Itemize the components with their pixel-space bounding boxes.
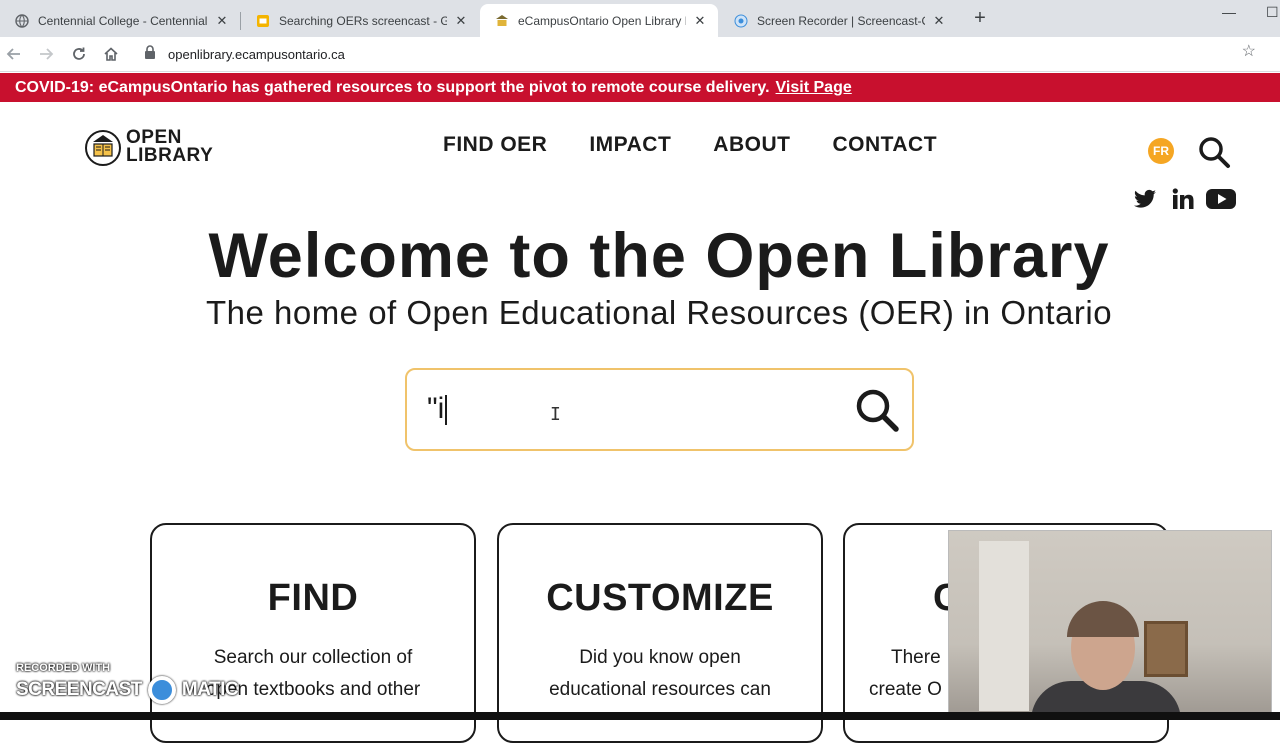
globe-icon <box>14 13 30 29</box>
youtube-icon[interactable] <box>1206 187 1236 211</box>
open-library-logo[interactable]: OPEN LIBRARY <box>85 127 213 167</box>
lock-icon <box>144 45 158 64</box>
screencast-watermark: RECORDED WITH SCREENCAST MATIC <box>16 662 239 704</box>
banner-text: COVID-19: eCampusOntario has gathered re… <box>15 78 770 96</box>
card-text-line: educational resources can <box>549 679 771 700</box>
main-nav: FIND OER IMPACT ABOUT CONTACT <box>443 133 979 157</box>
card-text: Did you know open educational resources … <box>499 642 821 706</box>
twitter-icon[interactable] <box>1133 187 1157 211</box>
text-cursor-icon: I <box>550 404 561 425</box>
record-dot-icon <box>147 676 176 704</box>
card-find[interactable]: FIND Search our collection of open textb… <box>150 523 476 743</box>
forward-arrow-icon[interactable] <box>36 44 56 64</box>
logo-text: OPEN LIBRARY <box>126 128 214 166</box>
close-icon[interactable]: ✕ <box>453 13 469 29</box>
url-text: openlibrary.ecampusontario.ca <box>168 47 345 62</box>
search-submit-icon[interactable] <box>853 386 901 434</box>
url-field[interactable]: openlibrary.ecampusontario.ca <box>134 41 1270 68</box>
nav-about[interactable]: ABOUT <box>713 133 790 157</box>
tab-centennial[interactable]: Centennial College - Centennial ✕ <box>0 4 240 37</box>
card-title: CUSTOMIZE <box>546 577 774 619</box>
webcam-person-hair <box>1067 601 1139 637</box>
maximize-button[interactable]: ☐ <box>1266 4 1279 21</box>
tab-title: eCampusOntario Open Library Po <box>518 13 686 28</box>
new-tab-button[interactable]: + <box>970 7 990 29</box>
covid-banner: COVID-19: eCampusOntario has gathered re… <box>0 73 1280 102</box>
webcam-background-picture <box>1144 621 1188 677</box>
nav-find-oer[interactable]: FIND OER <box>443 133 547 157</box>
tab-bar: Centennial College - Centennial ✕ Search… <box>0 0 1280 37</box>
hero-title: Welcome to the Open Library <box>208 221 1110 291</box>
search-query-text: "i <box>427 392 445 425</box>
search-input[interactable]: "i <box>427 392 448 426</box>
language-toggle-fr[interactable]: FR <box>1148 138 1174 164</box>
close-icon[interactable]: ✕ <box>214 13 230 29</box>
screencast-icon <box>733 13 749 29</box>
close-icon[interactable]: ✕ <box>692 13 708 29</box>
card-customize[interactable]: CUSTOMIZE Did you know open educational … <box>497 523 823 743</box>
home-icon[interactable] <box>101 44 121 64</box>
watermark-logo: SCREENCAST MATIC <box>16 676 239 704</box>
library-logo-icon <box>85 130 121 166</box>
nav-contact[interactable]: CONTACT <box>832 133 937 157</box>
slides-icon <box>255 13 271 29</box>
tab-title: Screen Recorder | Screencast-O- <box>757 13 925 28</box>
watermark-matic: MATIC <box>181 679 239 700</box>
webcam-overlay <box>948 530 1272 720</box>
hero-subtitle: The home of Open Educational Resources (… <box>205 294 1113 331</box>
tab-searching-oers[interactable]: Searching OERs screencast - Goo ✕ <box>241 4 479 37</box>
webcam-background-door <box>979 541 1029 711</box>
text-caret <box>445 395 448 426</box>
card-title: FIND <box>267 577 359 619</box>
tab-open-library[interactable]: eCampusOntario Open Library Po ✕ <box>480 4 718 37</box>
watermark-screencast: SCREENCAST <box>16 679 142 700</box>
bookmark-star-icon[interactable]: ☆ <box>1242 41 1256 61</box>
open-library-icon <box>494 13 510 29</box>
watermark-recorded-with: RECORDED WITH <box>16 662 111 674</box>
taskbar <box>0 712 1280 720</box>
tab-title: Searching OERs screencast - Goo <box>279 13 447 28</box>
logo-line-library: LIBRARY <box>126 145 214 166</box>
linkedin-icon[interactable] <box>1172 187 1194 211</box>
close-icon[interactable]: ✕ <box>931 13 947 29</box>
nav-impact[interactable]: IMPACT <box>589 133 671 157</box>
back-arrow-icon[interactable] <box>4 44 24 64</box>
minimize-button[interactable]: — <box>1222 4 1236 20</box>
oer-search-box[interactable]: "i <box>405 368 914 451</box>
visit-page-link[interactable]: Visit Page <box>776 79 852 97</box>
card-text-line: Did you know open <box>579 647 741 668</box>
reload-icon[interactable] <box>69 44 89 64</box>
tab-screen-recorder[interactable]: Screen Recorder | Screencast-O- ✕ <box>719 4 957 37</box>
tab-title: Centennial College - Centennial <box>38 13 208 28</box>
address-bar: openlibrary.ecampusontario.ca ☆ <box>0 37 1280 72</box>
search-icon[interactable] <box>1197 135 1231 169</box>
